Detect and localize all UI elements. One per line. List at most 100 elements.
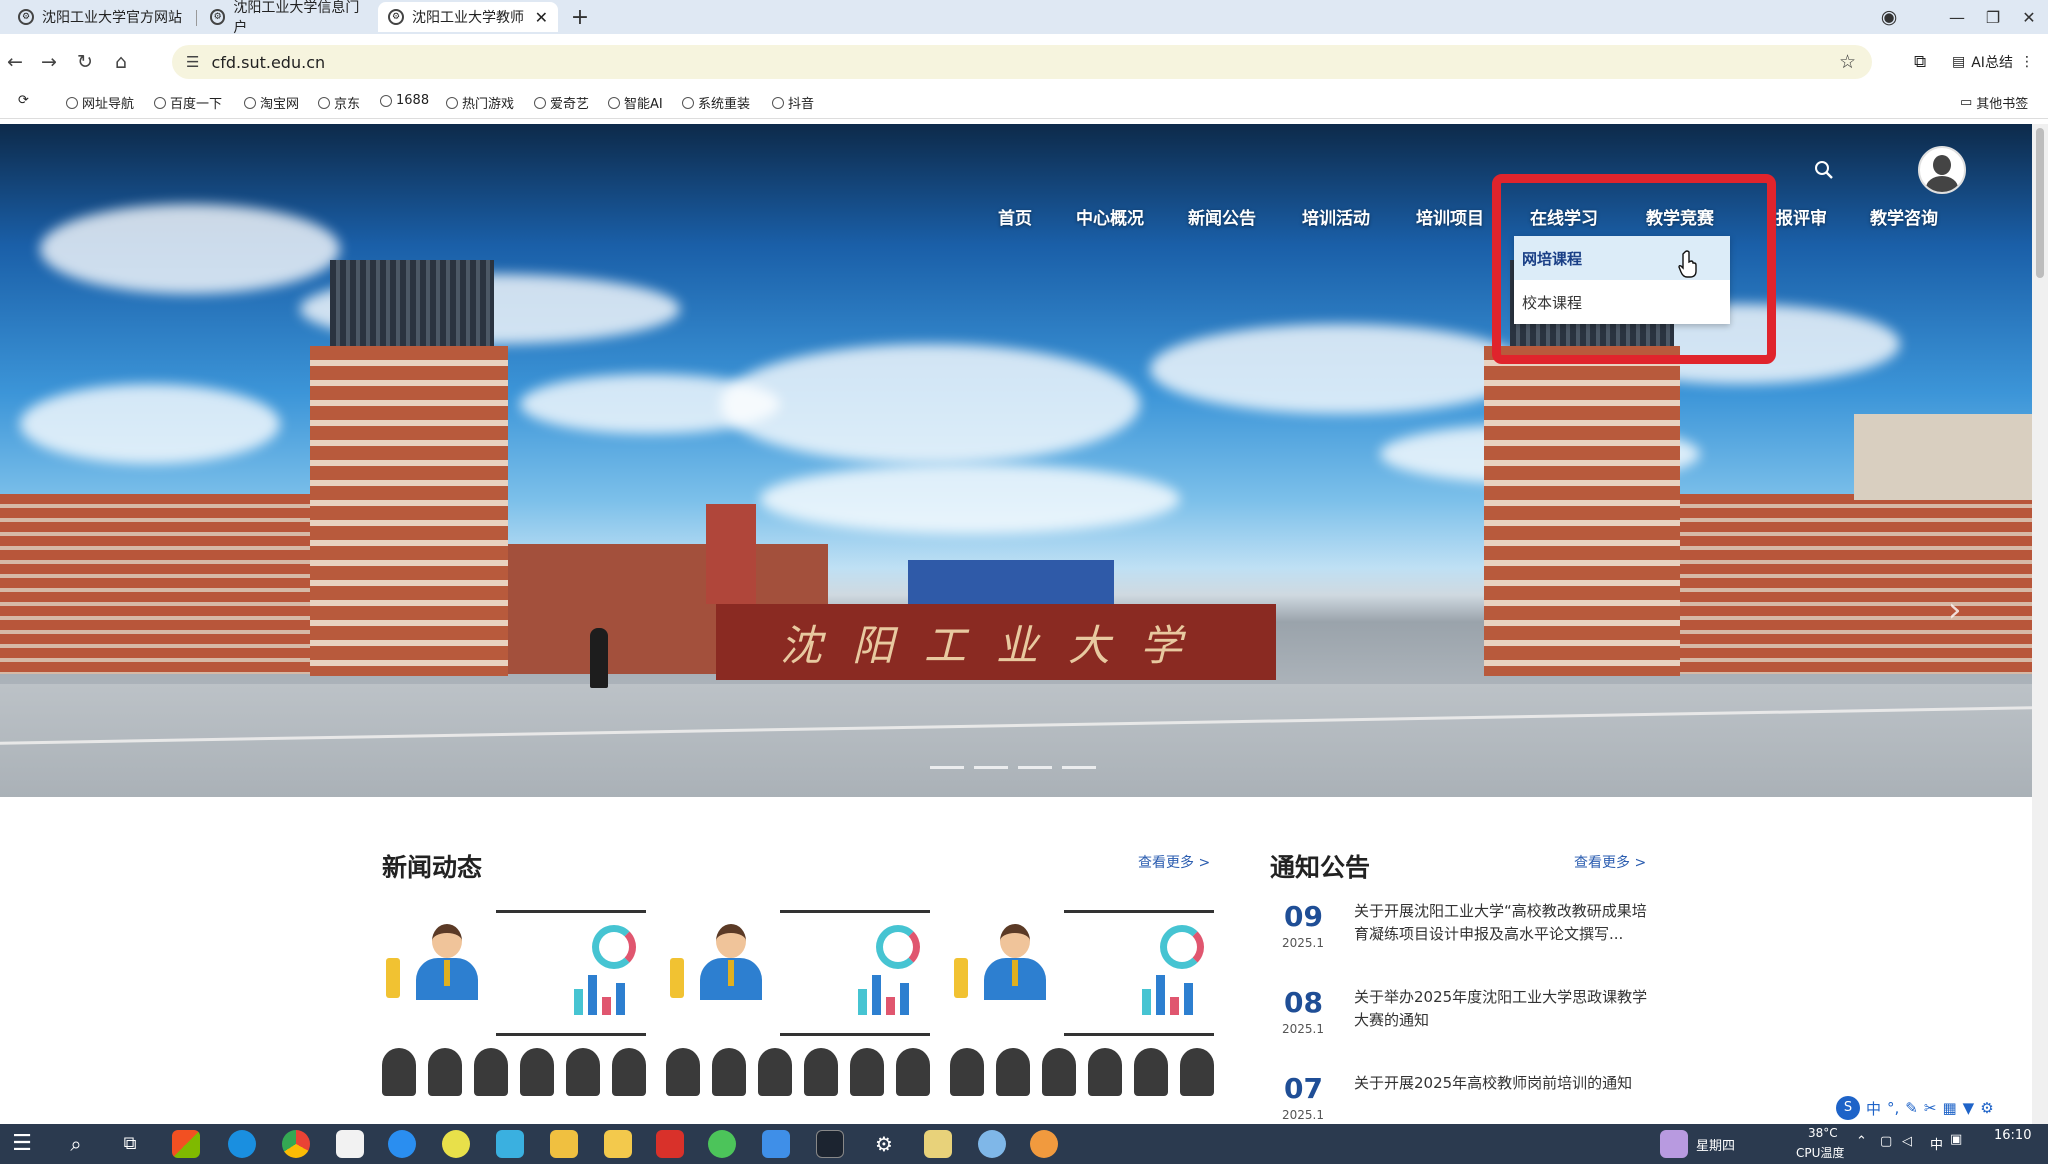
address-bar[interactable]: ☰ cfd.sut.edu.cn ☆ — [172, 45, 1872, 79]
avatar-head-shape — [1933, 155, 1951, 175]
bookmarks-sync-button[interactable]: ⟳ — [18, 93, 29, 108]
notice-item[interactable]: 08 2025.1 关于举办2025年度沈阳工业大学思政课教学大赛的通知 — [1268, 986, 1648, 1056]
forward-button[interactable]: → — [34, 47, 64, 77]
punctuation-icon: °, — [1887, 1099, 1900, 1117]
ime-status-icon[interactable]: ▣ — [1950, 1132, 1962, 1147]
bookmark-item[interactable]: 淘宝网 — [244, 93, 299, 112]
scrollbar-thumb[interactable] — [2036, 128, 2044, 278]
search-icon[interactable] — [1814, 160, 1834, 180]
minimize-icon: — — [1949, 7, 1965, 27]
bookmark-item[interactable]: 京东 — [318, 93, 360, 112]
news-more-link[interactable]: 查看更多 > — [1138, 852, 1210, 872]
bookmark-item[interactable]: 网址导航 — [66, 93, 134, 112]
user-avatar[interactable] — [1918, 146, 1966, 194]
home-button[interactable]: ⌂ — [106, 47, 136, 77]
close-window-button[interactable]: ✕ — [2012, 3, 2046, 31]
scissors-icon: ✂ — [1923, 1099, 1937, 1117]
chrome-icon[interactable] — [282, 1130, 310, 1158]
nav-home[interactable]: 首页 — [998, 204, 1032, 234]
nav-review[interactable]: 报评审 — [1776, 204, 1827, 234]
carousel-dot[interactable] — [1018, 766, 1052, 769]
back-button[interactable]: ← — [0, 47, 30, 77]
news-card[interactable] — [950, 910, 1214, 1096]
app-icon[interactable] — [550, 1130, 578, 1158]
wps-office-icon[interactable] — [656, 1130, 684, 1158]
calendar-widget-icon[interactable] — [1660, 1130, 1688, 1158]
campus-plaza — [0, 684, 2032, 797]
input-language[interactable]: 中 — [1930, 1134, 1943, 1153]
bookmark-item[interactable]: 系统重装 — [682, 93, 750, 112]
tab-official-site[interactable]: ⚙ 沈阳工业大学官方网站 — [8, 2, 198, 32]
cloud-shape — [760, 464, 1180, 534]
carousel-dot[interactable] — [974, 766, 1008, 769]
right-tower — [1484, 346, 1680, 676]
file-explorer-icon[interactable] — [604, 1130, 632, 1158]
notices-more-link[interactable]: 查看更多 > — [1574, 852, 1646, 872]
volume-icon[interactable]: ◁ — [1902, 1134, 1912, 1149]
notice-year-month: 2025.1 — [1282, 1108, 1324, 1122]
bookmark-star-icon[interactable]: ☆ — [1839, 51, 1856, 73]
news-card[interactable] — [382, 910, 646, 1096]
more-button[interactable]: ⋮ — [2020, 47, 2034, 77]
notice-item[interactable]: 09 2025.1 关于开展沈阳工业大学“高校教改教研成果培育凝练项目设计申报及… — [1268, 900, 1648, 970]
folder-icon: ▭ — [1960, 95, 1973, 110]
terminal-icon[interactable] — [816, 1130, 844, 1158]
profile-menu-button[interactable]: ◉ — [1872, 3, 1906, 31]
notice-item[interactable]: 07 2025.1 关于开展2025年高校教师岗前培训的通知 — [1268, 1072, 1648, 1122]
cpu-temp-value: 38°C — [1808, 1126, 1838, 1140]
bookmark-item[interactable]: 爱奇艺 — [534, 93, 589, 112]
bookmark-favicon-icon — [608, 96, 620, 109]
minimize-button[interactable]: — — [1940, 3, 1974, 31]
nav-teaching-consult[interactable]: 教学咨询 — [1870, 204, 1938, 234]
nav-news-notices[interactable]: 新闻公告 — [1188, 204, 1256, 234]
settings-gear-icon[interactable]: ⚙ — [870, 1130, 898, 1158]
start-menu-icon[interactable]: ☰ — [8, 1130, 36, 1158]
bookmark-item[interactable]: 百度一下 — [154, 93, 222, 112]
site-settings-icon[interactable]: ☰ — [186, 53, 199, 71]
gate-calligraphy: 沈阳工业大学 — [779, 620, 1212, 670]
bookmark-item[interactable]: 热门游戏 — [446, 93, 514, 112]
nav-center-overview[interactable]: 中心概况 — [1076, 204, 1144, 234]
search-icon[interactable]: ⌕ — [62, 1130, 90, 1158]
browser-app-icon[interactable] — [388, 1130, 416, 1158]
ime-toolbar[interactable]: S 中 °, ✎ ✂ ▦ ▼ ⚙ — [1836, 1094, 1994, 1122]
close-icon: ✕ — [2022, 7, 2036, 27]
extensions-button[interactable]: ⧉ — [1914, 47, 1926, 77]
edge-browser-icon[interactable] — [228, 1130, 256, 1158]
nav-training-projects[interactable]: 培训项目 — [1416, 204, 1484, 234]
presentation-screen — [496, 910, 646, 1036]
ai-summary-button[interactable]: ▤ AI总结 — [1952, 47, 2013, 77]
task-view-icon[interactable]: ⧉ — [116, 1130, 144, 1158]
windows-store-icon[interactable] — [172, 1130, 200, 1158]
bookmark-item[interactable]: 抖音 — [772, 93, 814, 112]
bookmark-label: 百度一下 — [170, 97, 223, 112]
restore-button[interactable]: ❐ — [1976, 3, 2010, 31]
network-icon[interactable]: ▢ — [1880, 1134, 1892, 1149]
browser-active-icon[interactable] — [1030, 1130, 1058, 1158]
bookmark-item[interactable]: 智能AI — [608, 93, 663, 112]
carousel-next-arrow[interactable]: › — [1948, 590, 1962, 630]
tab-info-portal[interactable]: ⚙ 沈阳工业大学信息门户 — [200, 0, 376, 36]
notes-icon[interactable] — [924, 1130, 952, 1158]
pen-icon: ✎ — [1905, 1099, 1918, 1117]
app-icon[interactable] — [496, 1130, 524, 1158]
carousel-dot[interactable] — [930, 766, 964, 769]
avatar-app-icon[interactable] — [336, 1130, 364, 1158]
bar-chart-bar — [574, 989, 583, 1015]
tab-close-icon[interactable]: ✕ — [535, 8, 548, 27]
page-scrollbar[interactable] — [2032, 124, 2048, 1124]
tray-expand-icon[interactable]: ⌃ — [1856, 1134, 1867, 1149]
other-bookmarks-folder[interactable]: ▭ 其他书签 — [1960, 93, 2028, 112]
app-icon[interactable] — [442, 1130, 470, 1158]
tab-teacher-center[interactable]: ⚙ 沈阳工业大学教师 ✕ — [378, 2, 558, 32]
wechat-icon[interactable] — [708, 1130, 736, 1158]
app-icon[interactable] — [762, 1130, 790, 1158]
site-favicon-icon: ⚙ — [18, 9, 34, 25]
nav-training-events[interactable]: 培训活动 — [1302, 204, 1370, 234]
news-card[interactable] — [666, 910, 930, 1096]
bookmark-item[interactable]: 1688 — [380, 93, 429, 108]
new-tab-button[interactable]: + — [566, 3, 594, 31]
app-icon[interactable] — [978, 1130, 1006, 1158]
reload-button[interactable]: ↻ — [70, 47, 100, 77]
carousel-dot[interactable] — [1062, 766, 1096, 769]
